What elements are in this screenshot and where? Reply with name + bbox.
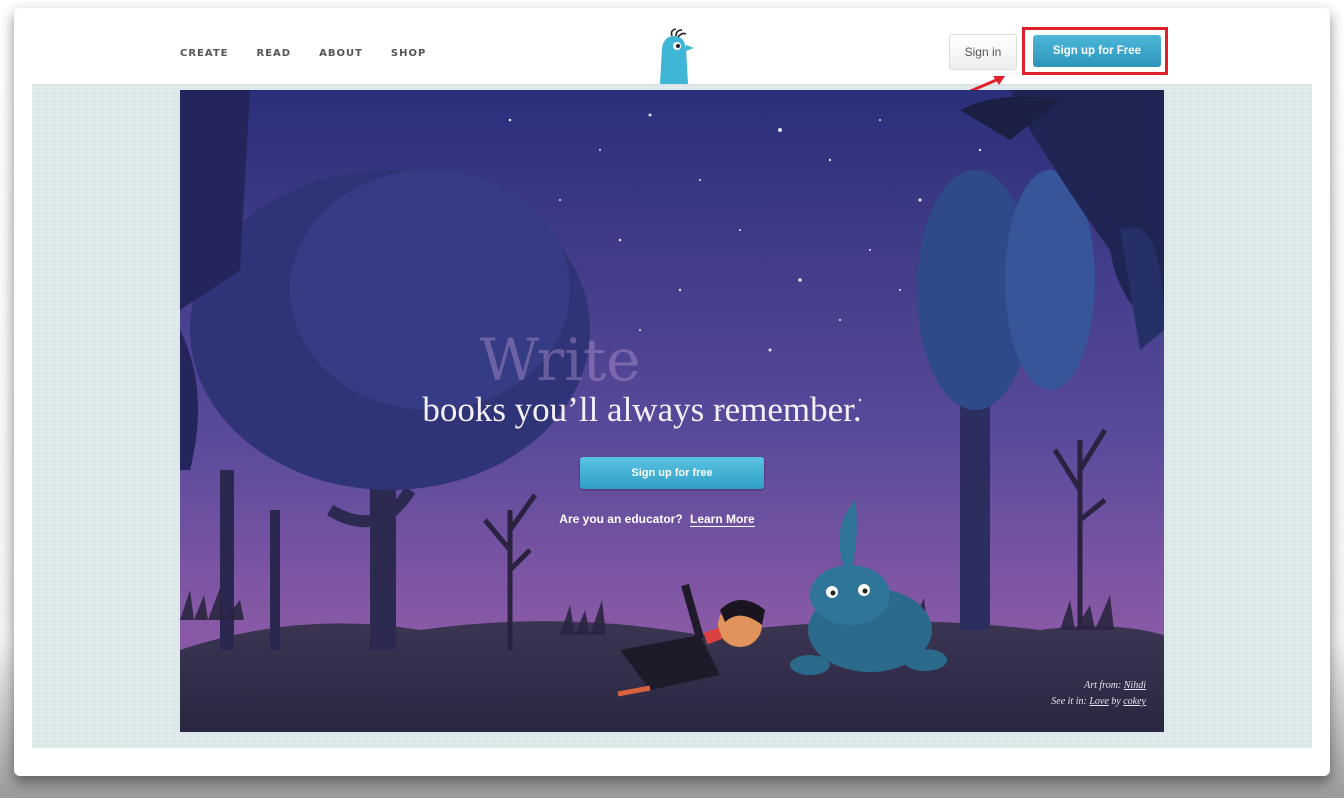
art-from-link[interactable]: Nihdi — [1124, 680, 1146, 691]
art-from-label: Art from: — [1084, 680, 1122, 691]
hero-tagline: books you’ll always remember. — [422, 390, 862, 429]
sign-in-button[interactable]: Sign in — [949, 34, 1017, 70]
educator-question: Are you an educator? — [559, 512, 683, 526]
educator-prompt: Are you an educator? Learn More — [180, 512, 1164, 527]
site-header: CREATE READ ABOUT SHOP Sign in Sign up f… — [32, 22, 1312, 85]
nav-read[interactable]: READ — [257, 48, 292, 59]
nav-create[interactable]: CREATE — [180, 48, 229, 59]
art-credits: Art from: Nihdi See it in: Love by cokey — [1051, 678, 1146, 710]
hero-sign-up-button[interactable]: Sign up for free — [580, 457, 764, 489]
see-it-label: See it in: — [1051, 696, 1087, 707]
hero-title: Write — [479, 326, 641, 394]
see-it-by: by — [1111, 696, 1121, 707]
website-viewport: CREATE READ ABOUT SHOP Sign in Sign up f… — [32, 22, 1312, 748]
see-it-author-link[interactable]: cokey — [1123, 696, 1146, 707]
main-nav: CREATE READ ABOUT SHOP — [180, 48, 426, 59]
hero-banner: Write books you’ll always remember. Sign… — [180, 90, 1164, 732]
nav-shop[interactable]: SHOP — [391, 48, 426, 59]
see-it-link[interactable]: Love — [1089, 696, 1108, 707]
nav-about[interactable]: ABOUT — [319, 48, 363, 59]
bird-logo-icon[interactable] — [652, 28, 696, 84]
sign-up-button[interactable]: Sign up for Free — [1033, 35, 1161, 67]
learn-more-link[interactable]: Learn More — [690, 512, 755, 527]
